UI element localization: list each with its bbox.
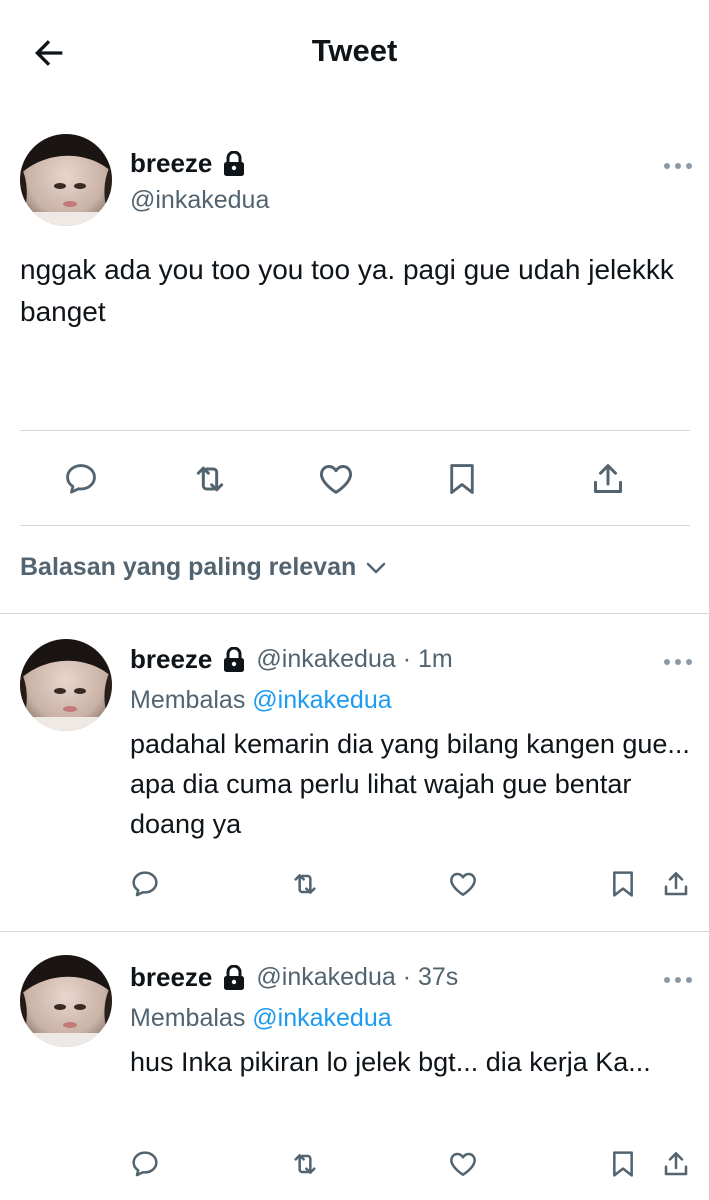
- handle-and-time: @inkakedua · 37s: [256, 963, 459, 991]
- replies-sort-selector[interactable]: Balasan yang paling relevan: [20, 553, 388, 582]
- reply-actions: [0, 864, 709, 904]
- author-name[interactable]: breeze: [130, 148, 212, 179]
- like-button[interactable]: [443, 864, 483, 904]
- retweet-icon: [196, 466, 224, 492]
- more-icon: [664, 977, 692, 983]
- author-name[interactable]: breeze: [130, 962, 212, 993]
- reply-icon: [132, 871, 158, 897]
- chevron-down-icon: [367, 562, 386, 573]
- bookmark-icon: [613, 871, 633, 897]
- page-title: Tweet: [311, 33, 398, 68]
- divider: [20, 525, 690, 526]
- replying-to: Membalas @inkakedua: [130, 1004, 392, 1033]
- retweet-icon: [294, 874, 316, 894]
- reply-icon: [132, 1151, 158, 1177]
- like-button[interactable]: [443, 1144, 483, 1184]
- replying-to: Membalas @inkakedua: [130, 686, 392, 715]
- lock-icon: [224, 646, 245, 672]
- reply-header: breeze @inkakedua · 1m: [130, 644, 453, 675]
- share-icon: [594, 464, 622, 493]
- share-icon: [664, 872, 688, 896]
- share-button[interactable]: [656, 1144, 696, 1184]
- share-icon: [664, 1152, 688, 1176]
- bookmark-button[interactable]: [437, 454, 487, 504]
- more-button[interactable]: [658, 650, 698, 674]
- divider: [20, 430, 690, 431]
- reply-button[interactable]: [125, 1144, 165, 1184]
- bookmark-icon: [450, 464, 474, 494]
- bookmark-button[interactable]: [603, 864, 643, 904]
- share-button[interactable]: [583, 454, 633, 504]
- handle-and-time: @inkakedua · 1m: [256, 645, 453, 673]
- bookmark-icon: [613, 1151, 633, 1177]
- reply-tweet[interactable]: breeze @inkakedua · 1m Membalas @inkaked…: [0, 614, 709, 930]
- top-bar: Tweet: [0, 0, 709, 104]
- reply-text: padahal kemarin dia yang bilang kangen g…: [130, 729, 690, 839]
- reply-button[interactable]: [56, 454, 106, 504]
- mention-link[interactable]: @inkakedua: [252, 1004, 391, 1032]
- more-icon: [664, 659, 692, 665]
- like-icon: [450, 872, 476, 896]
- replies-sort-label: Balasan yang paling relevan: [20, 553, 357, 581]
- main-tweet: breeze @inkakedua nggak ada you too you …: [0, 104, 709, 614]
- reply-button[interactable]: [125, 864, 165, 904]
- bookmark-button[interactable]: [603, 1144, 643, 1184]
- tweet-text: nggak ada you too you too ya. pagi gue u…: [20, 254, 674, 327]
- retweet-icon: [294, 1154, 316, 1174]
- retweet-button[interactable]: [285, 1144, 325, 1184]
- lock-icon: [224, 150, 245, 176]
- replying-prefix: Membalas: [130, 686, 246, 714]
- reply-text: hus Inka pikiran lo jelek bgt... dia ker…: [130, 1047, 651, 1077]
- reply-tweet[interactable]: breeze @inkakedua · 37s Membalas @inkake…: [0, 932, 709, 1200]
- avatar[interactable]: [20, 955, 112, 1047]
- retweet-button[interactable]: [285, 864, 325, 904]
- mention-link[interactable]: @inkakedua: [252, 686, 391, 714]
- avatar[interactable]: [20, 639, 112, 731]
- reply-icon: [66, 464, 96, 494]
- reply-header: breeze @inkakedua · 37s: [130, 962, 458, 993]
- share-button[interactable]: [656, 864, 696, 904]
- more-button[interactable]: [658, 154, 698, 178]
- author-row: breeze: [130, 148, 246, 179]
- retweet-button[interactable]: [185, 454, 235, 504]
- avatar[interactable]: [20, 134, 112, 226]
- replying-prefix: Membalas: [130, 1004, 246, 1032]
- lock-icon: [224, 964, 245, 990]
- like-icon: [319, 465, 353, 494]
- more-button[interactable]: [658, 968, 698, 992]
- author-handle[interactable]: @inkakedua: [130, 186, 269, 215]
- like-icon: [450, 1152, 476, 1176]
- more-icon: [664, 163, 692, 169]
- tweet-actions: [0, 454, 709, 504]
- like-button[interactable]: [311, 454, 361, 504]
- author-name[interactable]: breeze: [130, 644, 212, 675]
- reply-actions: [0, 1144, 709, 1184]
